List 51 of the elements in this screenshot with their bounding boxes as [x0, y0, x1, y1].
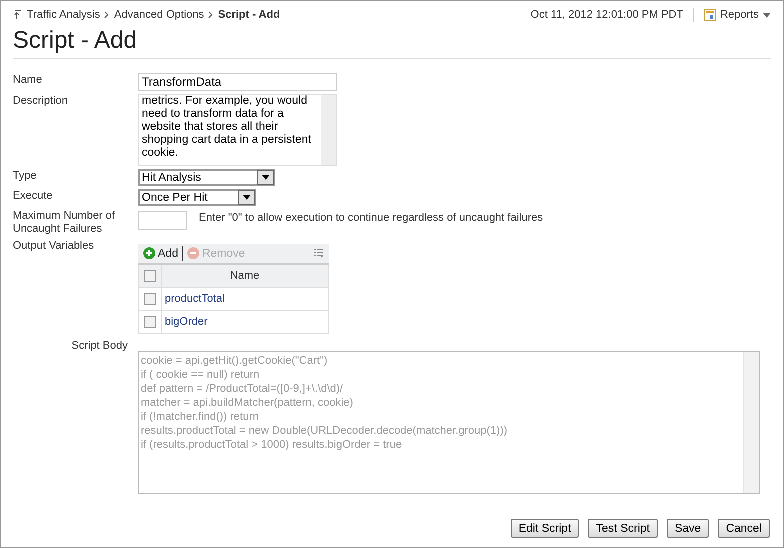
table-cell: productTotal — [162, 288, 328, 310]
scrollbar[interactable] — [321, 95, 336, 165]
up-level-icon[interactable] — [14, 10, 23, 20]
chevron-icon — [104, 11, 110, 19]
field-label: Type — [13, 169, 38, 182]
type-dropdown[interactable]: Hit Analysis — [138, 169, 275, 186]
description-text: metrics. For example, you would need to transform data for a website that stores all their shopping cart data in a persistent cookie. — [141, 95, 312, 161]
report-icon — [704, 9, 716, 21]
add-button[interactable]: Add — [143, 247, 178, 260]
action-button[interactable]: Test Script — [588, 519, 658, 538]
script-body-field[interactable] — [138, 351, 760, 494]
code-line: def pattern = /ProductTotal=([0-9,]+\.\d\d)/ — [141, 382, 344, 396]
max-failures-field[interactable] — [138, 211, 187, 230]
row-checkbox[interactable] — [144, 293, 156, 306]
plus-icon — [143, 247, 156, 260]
code-line: if (results.productTotal > 1000) results.bigOrder = true — [141, 438, 404, 452]
code-line: results.productTotal = new Double(URLDecoder.decode(matcher.group(1))) — [141, 424, 509, 438]
field-label: Script Body — [70, 339, 129, 352]
breadcrumb-item: Script - Add — [218, 9, 280, 21]
scrollbar[interactable] — [743, 352, 759, 493]
select-all-checkbox[interactable] — [144, 270, 156, 282]
table-cell: bigOrder — [162, 310, 328, 334]
caret-icon — [242, 195, 250, 200]
column-header[interactable]: Name — [162, 264, 328, 288]
field-label: Execute — [13, 189, 54, 202]
code-line: if (!matcher.find()) return — [141, 410, 260, 424]
field-label: Name — [13, 73, 44, 86]
code-line: matcher = api.buildMatcher(pattern, cookie) — [141, 396, 354, 410]
breadcrumb-item[interactable]: Traffic Analysis — [27, 9, 100, 21]
reports-menu[interactable]: Reports — [704, 9, 771, 21]
page-title: Script - Add — [13, 26, 138, 56]
code-line: if ( cookie == null) return — [141, 368, 261, 382]
field-label: Maximum Number of Uncaught Failures — [13, 209, 116, 236]
name-field[interactable]: TransformData — [138, 73, 337, 91]
minus-icon — [187, 247, 200, 260]
timestamp: Oct 11, 2012 12:01:00 PM PDT — [530, 9, 684, 21]
row-checkbox[interactable] — [144, 316, 156, 328]
breadcrumb-item[interactable]: Advanced Options — [114, 9, 204, 21]
columns-menu-icon[interactable] — [314, 249, 324, 258]
field-hint: Enter "0" to allow execution to continue regardless of uncaught failures — [199, 211, 544, 224]
action-button[interactable]: Cancel — [718, 519, 770, 538]
code-line: cookie = api.getHit().getCookie("Cart") — [141, 354, 329, 368]
field-label: Description — [13, 94, 70, 107]
action-button[interactable]: Edit Script — [510, 519, 580, 538]
caret-icon — [763, 12, 771, 18]
chevron-icon — [208, 11, 214, 19]
field-label: Output Variables — [13, 239, 96, 252]
description-field[interactable]: metrics. For example, you would need to transform data for a website that stores all their shopping cart data in a persistent cookie. — [138, 94, 337, 166]
caret-icon — [262, 175, 270, 180]
execute-dropdown[interactable]: Once Per Hit — [138, 189, 256, 206]
action-button[interactable]: Save — [666, 519, 710, 538]
